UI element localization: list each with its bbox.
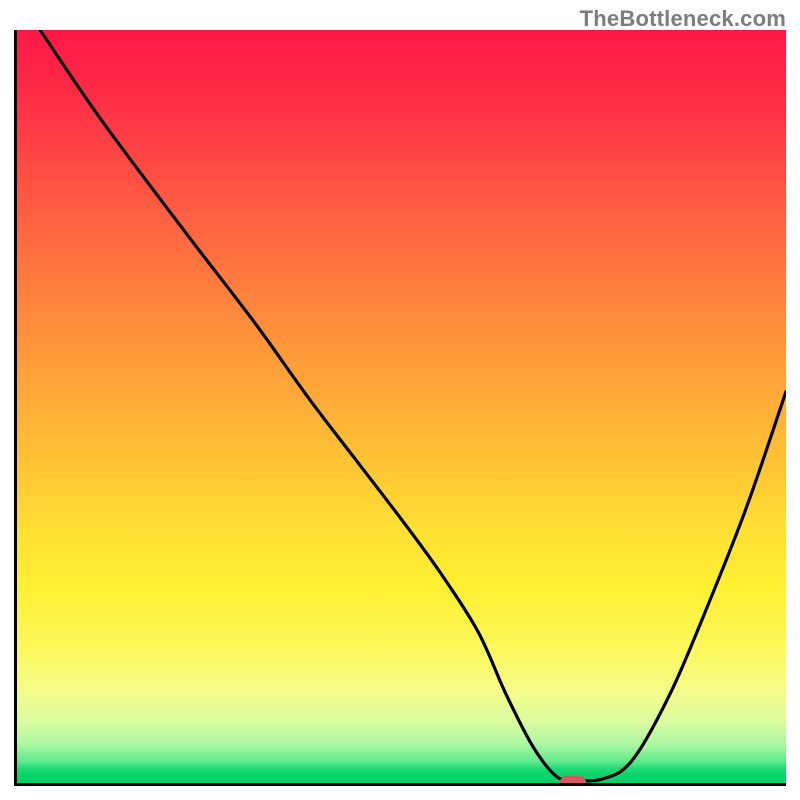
curve-layer — [17, 30, 786, 783]
watermark-text: TheBottleneck.com — [580, 6, 786, 32]
optimal-marker — [560, 776, 586, 786]
plot-area — [14, 30, 786, 786]
bottleneck-curve — [40, 30, 786, 781]
chart-container: TheBottleneck.com — [0, 0, 800, 800]
